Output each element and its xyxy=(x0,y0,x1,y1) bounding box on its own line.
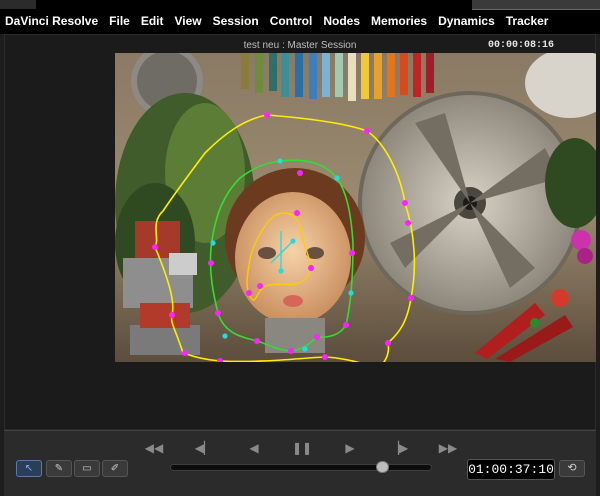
pen-tool[interactable]: ✎ xyxy=(46,460,72,477)
menu-view[interactable]: View xyxy=(175,14,202,28)
loop-icon: ⟲ xyxy=(567,462,577,474)
record-timecode[interactable]: 01:00:37:10 xyxy=(467,459,555,480)
play-reverse-button[interactable]: ◀ xyxy=(242,441,266,455)
viewer-mode-icon: ▭ xyxy=(82,463,92,474)
top-right-strip xyxy=(472,0,600,10)
fast-forward-button[interactable]: ▶▶ xyxy=(436,441,460,455)
cursor-tool-icon: ↖ xyxy=(24,463,34,474)
menu-nodes[interactable]: Nodes xyxy=(323,14,360,28)
play-button[interactable]: ▶ xyxy=(338,441,362,455)
pen-tool-icon: ✎ xyxy=(54,463,64,474)
menu-memories[interactable]: Memories xyxy=(371,14,427,28)
viewer-image[interactable] xyxy=(115,53,596,362)
loop-button[interactable]: ⟲ xyxy=(559,460,585,477)
prev-frame-button[interactable]: ◀▏ xyxy=(192,441,216,455)
top-left-strip xyxy=(0,0,36,9)
viewer-image-canvas[interactable] xyxy=(115,53,596,362)
brush-tool[interactable]: ✐ xyxy=(102,460,128,477)
film-reel xyxy=(358,91,582,315)
menu-davinci-resolve[interactable]: DaVinci Resolve xyxy=(5,14,98,28)
menu-edit[interactable]: Edit xyxy=(141,14,164,28)
menu-dynamics[interactable]: Dynamics xyxy=(438,14,495,28)
source-timecode: 00:00:08:16 xyxy=(487,40,554,51)
viewer-mode-tool[interactable]: ▭ xyxy=(74,460,100,477)
next-frame-button[interactable]: ▕▶ xyxy=(387,441,411,455)
menu-control[interactable]: Control xyxy=(270,14,313,28)
brush-tool-icon: ✐ xyxy=(110,463,120,474)
menu-file[interactable]: File xyxy=(109,14,130,28)
pause-button[interactable]: ❚❚ xyxy=(290,441,314,455)
scrub-handle[interactable] xyxy=(376,461,389,473)
menu-bar: DaVinci Resolve File Edit View Session C… xyxy=(0,0,600,34)
menu-tracker[interactable]: Tracker xyxy=(506,14,549,28)
rewind-button[interactable]: ◀◀ xyxy=(142,441,166,455)
menu-items: DaVinci Resolve File Edit View Session C… xyxy=(5,14,559,28)
menu-session[interactable]: Session xyxy=(213,14,259,28)
scrub-bar[interactable] xyxy=(170,464,432,471)
cursor-tool[interactable]: ↖ xyxy=(16,460,42,477)
